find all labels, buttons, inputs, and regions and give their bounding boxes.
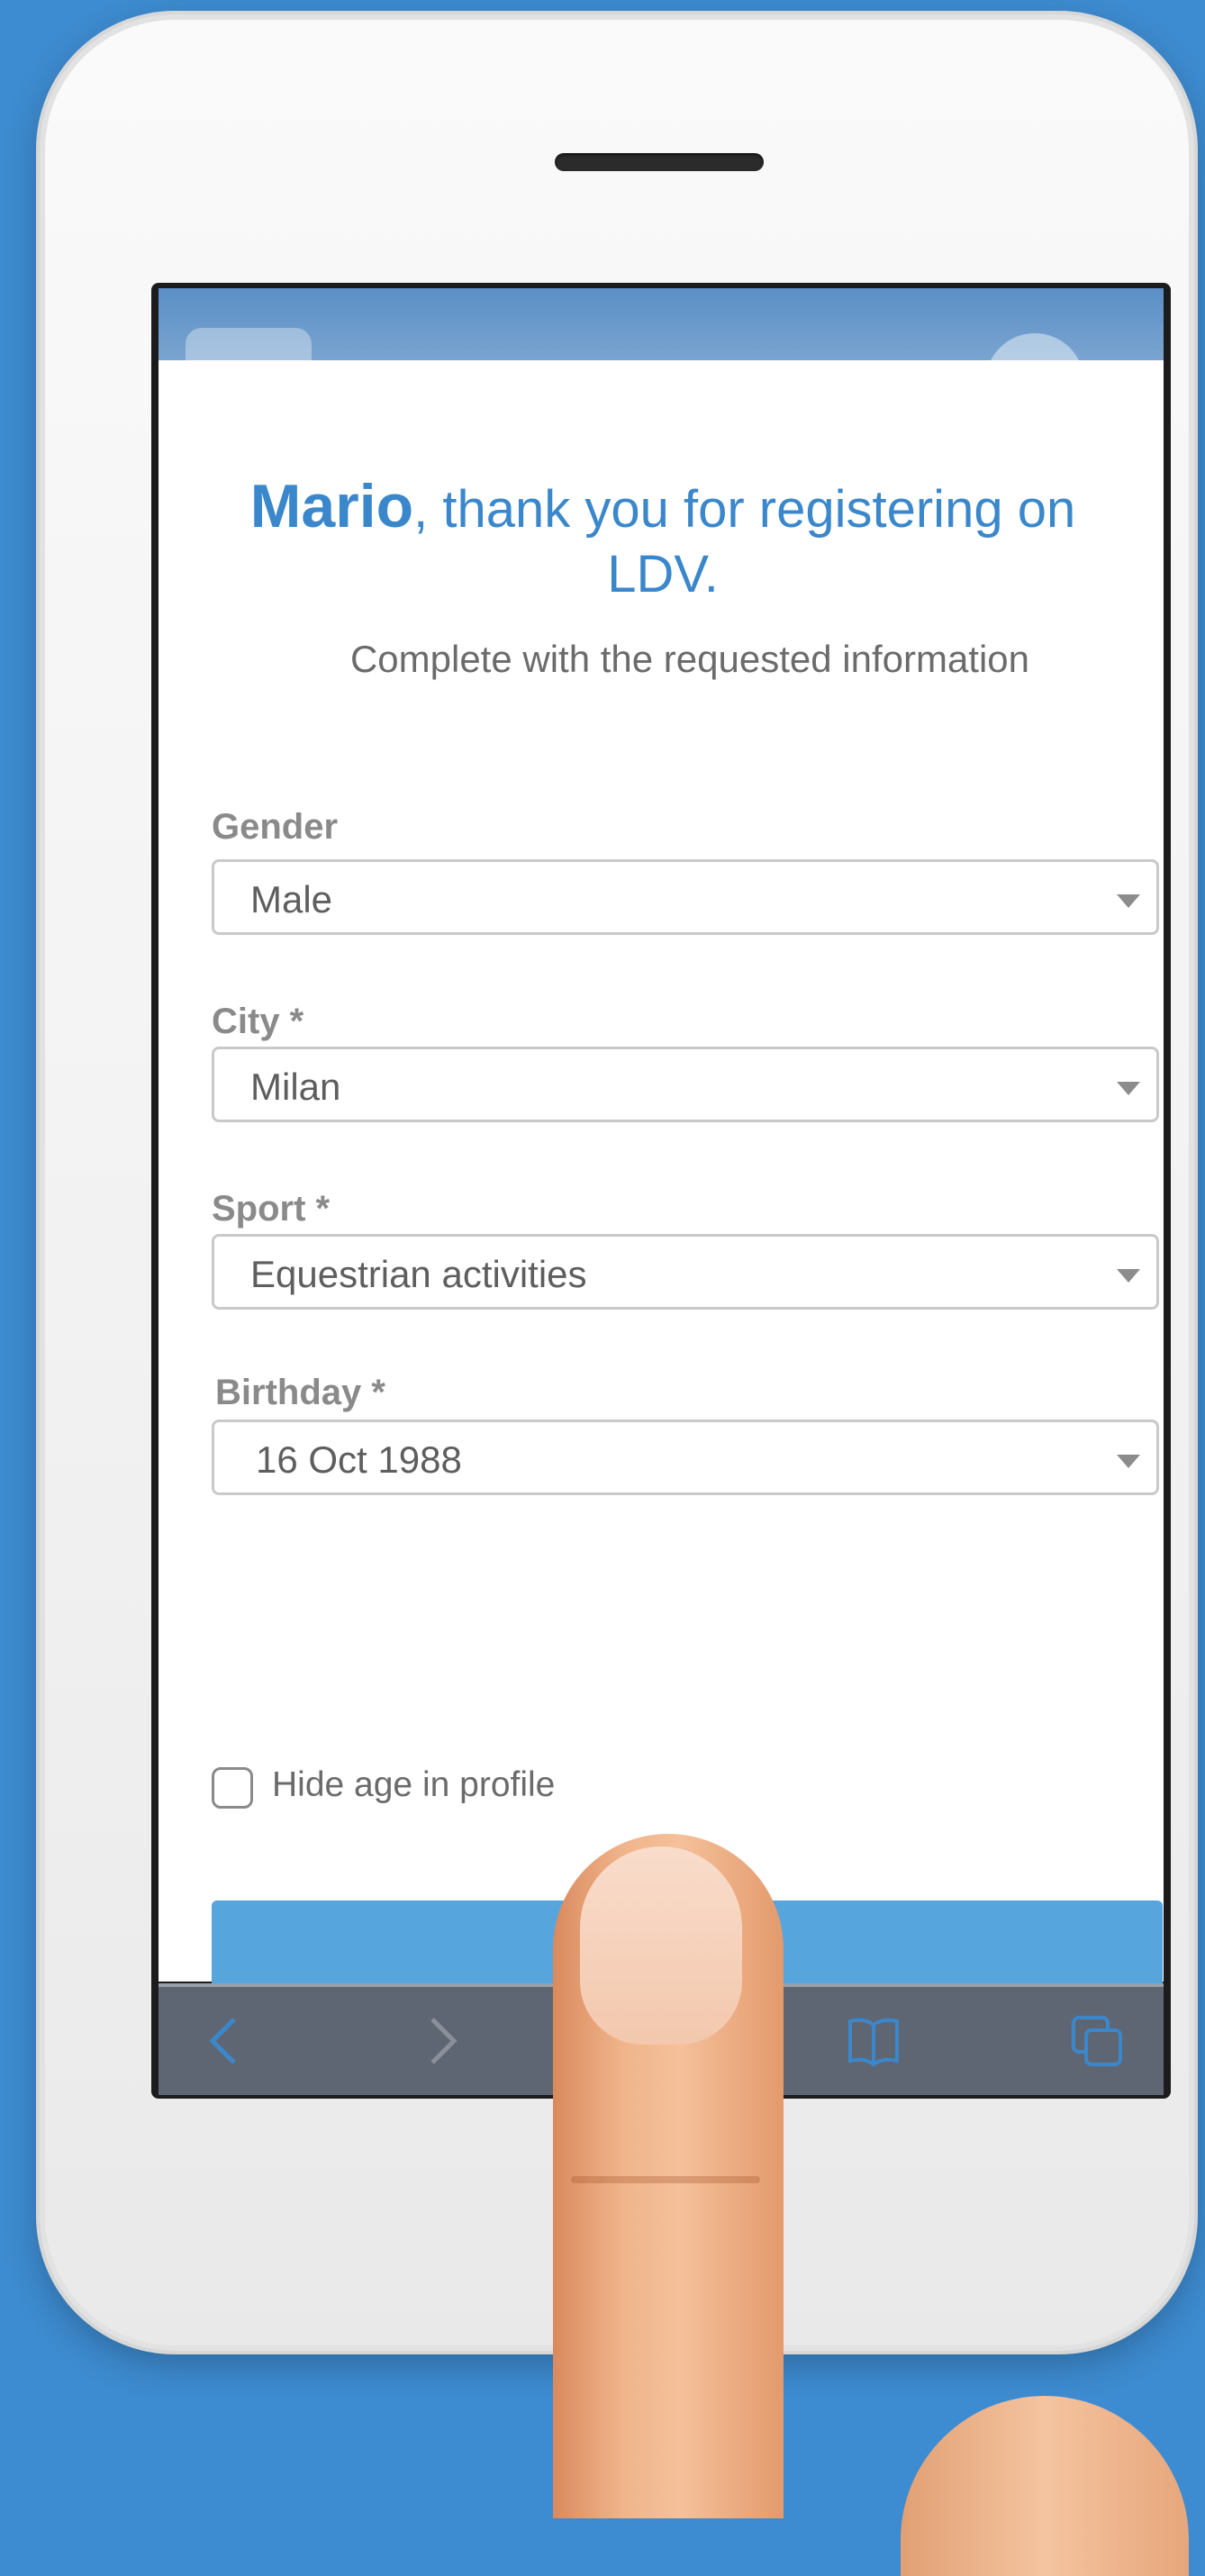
chevron-down-icon	[1117, 1082, 1140, 1095]
instructions-text: Complete with the requested information	[349, 638, 1030, 680]
sport-select[interactable]: Equestrian activities	[212, 1234, 1159, 1310]
city-select[interactable]: Milan	[212, 1047, 1159, 1122]
speaker-grille	[555, 153, 764, 171]
gender-value: Male	[250, 878, 333, 921]
page-title: Mario, thank you for registering on LDV.	[213, 474, 1113, 607]
birthday-select[interactable]: 16 Oct 1988	[212, 1420, 1159, 1495]
greeting-text: , thank you for registering on LDV.	[413, 480, 1076, 603]
bookmarks-book-icon[interactable]	[847, 2014, 901, 2068]
city-value: Milan	[250, 1066, 341, 1108]
birthday-label: Birthday *	[215, 1373, 385, 1412]
tabs-icon[interactable]	[1070, 2014, 1124, 2068]
city-label: City *	[212, 1002, 304, 1041]
user-name: Mario	[249, 472, 414, 540]
chevron-down-icon	[1117, 1455, 1140, 1468]
header-menu-icon[interactable]	[186, 328, 312, 360]
chevron-down-icon	[1117, 1269, 1140, 1283]
hide-age-label: Hide age in profile	[272, 1765, 556, 1804]
app-header	[159, 288, 1164, 360]
registration-form: Mario, thank you for registering on LDV.…	[159, 360, 1164, 2001]
phone-screen: Mario, thank you for registering on LDV.…	[151, 283, 1171, 2099]
sport-value: Equestrian activities	[250, 1253, 587, 1295]
hide-age-checkbox[interactable]	[212, 1767, 253, 1809]
chevron-down-icon	[1117, 894, 1140, 908]
birthday-value: 16 Oct 1988	[256, 1438, 462, 1481]
sport-label: Sport *	[212, 1189, 331, 1229]
fingernail	[580, 1846, 742, 2045]
header-avatar-icon[interactable]	[985, 333, 1084, 360]
second-finger	[901, 2396, 1189, 2576]
gender-label: Gender	[212, 807, 339, 847]
forward-arrow-icon[interactable]	[414, 2014, 468, 2068]
gender-select[interactable]: Male	[212, 859, 1159, 935]
back-arrow-icon[interactable]	[198, 2014, 252, 2068]
pointing-finger	[553, 1834, 784, 2518]
finger-crease	[571, 2176, 760, 2183]
